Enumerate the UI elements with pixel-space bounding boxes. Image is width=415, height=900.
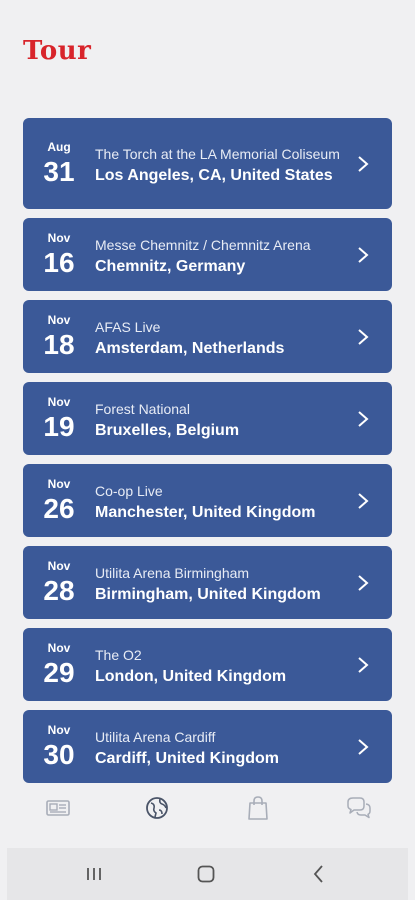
event-city: Amsterdam, Netherlands (95, 339, 285, 357)
event-city: Los Angeles, CA, United States (95, 166, 333, 184)
chat-icon[interactable] (345, 794, 373, 822)
tour-event-card[interactable]: Nov 29 The O2 London, United Kingdom (23, 628, 392, 701)
tour-event-card[interactable]: Nov 18 AFAS Live Amsterdam, Netherlands (23, 300, 392, 373)
tour-event-card[interactable]: Nov 19 Forest National Bruxelles, Belgiu… (23, 382, 392, 455)
tour-list: Aug 31 The Torch at the LA Memorial Coli… (23, 118, 392, 792)
event-date: Nov 18 (23, 300, 95, 373)
event-venue: AFAS Live (95, 318, 161, 335)
event-venue: Utilita Arena Cardiff (95, 728, 216, 745)
event-date: Nov 26 (23, 464, 95, 537)
event-day: 29 (43, 656, 75, 688)
event-day: 31 (43, 155, 75, 187)
event-info: Utilita Arena Cardiff Cardiff, United Ki… (95, 710, 348, 783)
event-date: Nov 29 (23, 628, 95, 701)
event-day: 16 (43, 246, 75, 278)
event-date: Aug 31 (23, 118, 95, 209)
event-info: Utilita Arena Birmingham Birmingham, Uni… (95, 546, 348, 619)
event-month: Nov (47, 722, 71, 737)
event-month: Nov (47, 312, 71, 327)
tour-event-card[interactable]: Aug 31 The Torch at the LA Memorial Coli… (23, 118, 392, 209)
event-city: Chemnitz, Germany (95, 257, 246, 275)
tour-event-card[interactable]: Nov 30 Utilita Arena Cardiff Cardiff, Un… (23, 710, 392, 783)
event-info: The O2 London, United Kingdom (95, 628, 348, 701)
event-month: Nov (47, 558, 71, 573)
event-date: Nov 30 (23, 710, 95, 783)
chevron-right-icon (358, 410, 369, 427)
event-city: Birmingham, United Kingdom (95, 585, 321, 603)
recent-apps-icon[interactable] (82, 862, 106, 886)
news-icon[interactable] (44, 794, 72, 822)
chevron-right-icon (358, 656, 369, 673)
bottom-tab-bar (0, 786, 415, 830)
shopping-bag-icon[interactable] (244, 794, 272, 822)
chevron-right-icon (358, 738, 369, 755)
event-month: Nov (47, 640, 71, 655)
chevron-right-icon (358, 328, 369, 345)
event-venue: Forest National (95, 400, 190, 417)
event-day: 18 (43, 328, 75, 360)
tour-event-card[interactable]: Nov 26 Co-op Live Manchester, United Kin… (23, 464, 392, 537)
event-date: Nov 28 (23, 546, 95, 619)
event-city: London, United Kingdom (95, 667, 287, 685)
event-day: 28 (43, 574, 75, 606)
system-navigation-bar (7, 848, 408, 900)
event-day: 19 (43, 410, 75, 442)
tour-event-card[interactable]: Nov 16 Messe Chemnitz / Chemnitz Arena C… (23, 218, 392, 291)
event-day: 26 (43, 492, 75, 524)
chevron-right-icon (358, 492, 369, 509)
event-month: Nov (47, 476, 71, 491)
event-month: Nov (47, 394, 71, 409)
event-month: Nov (47, 230, 71, 245)
chevron-right-icon (358, 246, 369, 263)
back-icon[interactable] (307, 862, 331, 886)
event-day: 30 (43, 738, 75, 770)
event-venue: Utilita Arena Birmingham (95, 564, 250, 581)
event-info: Co-op Live Manchester, United Kingdom (95, 464, 348, 537)
event-date: Nov 16 (23, 218, 95, 291)
page-title: Tour (23, 36, 92, 66)
chevron-right-icon (358, 155, 369, 172)
event-date: Nov 19 (23, 382, 95, 455)
event-city: Cardiff, United Kingdom (95, 749, 279, 767)
event-venue: The Torch at the LA Memorial Coliseum (95, 145, 340, 162)
event-info: The Torch at the LA Memorial Coliseum Lo… (95, 118, 348, 209)
event-month: Aug (47, 139, 71, 154)
chevron-right-icon (358, 574, 369, 591)
event-info: Forest National Bruxelles, Belgium (95, 382, 348, 455)
event-info: AFAS Live Amsterdam, Netherlands (95, 300, 348, 373)
home-icon[interactable] (194, 862, 218, 886)
event-info: Messe Chemnitz / Chemnitz Arena Chemnitz… (95, 218, 348, 291)
event-venue: Messe Chemnitz / Chemnitz Arena (95, 236, 311, 253)
event-venue: Co-op Live (95, 482, 163, 499)
tour-event-card[interactable]: Nov 28 Utilita Arena Birmingham Birmingh… (23, 546, 392, 619)
event-city: Manchester, United Kingdom (95, 503, 316, 521)
event-city: Bruxelles, Belgium (95, 421, 240, 439)
event-venue: The O2 (95, 646, 142, 663)
globe-icon[interactable] (143, 794, 171, 822)
